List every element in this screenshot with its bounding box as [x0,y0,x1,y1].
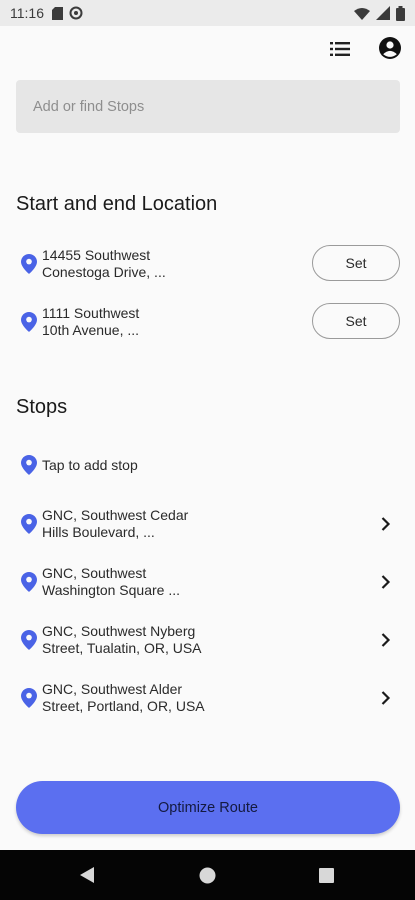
address-line-1: 14455 Southwest [42,247,151,263]
system-nav-bar [0,850,415,900]
start-location-row[interactable]: 14455 Southwest Conestoga Drive, ... Set [0,245,415,289]
stop-item[interactable]: GNC, Southwest Nyberg Street, Tualatin, … [0,621,415,665]
sd-card-icon [52,6,63,20]
location-pin-icon [21,572,37,592]
recent-apps-icon[interactable] [319,868,334,883]
status-right-icons [354,5,405,21]
stop-address: GNC, Southwest Alder Street, Portland, O… [42,681,282,715]
set-start-button[interactable]: Set [312,245,400,281]
status-bar: 11:16 [0,0,415,26]
address-line-2: Hills Boulevard, ... [42,524,155,540]
address-line-2: 10th Avenue, ... [42,322,140,338]
stop-item[interactable]: GNC, Southwest Cedar Hills Boulevard, ..… [0,505,415,549]
stop-address: GNC, Southwest Washington Square ... [42,565,282,599]
list-view-button[interactable] [327,36,353,62]
start-location-address: 14455 Southwest Conestoga Drive, ... [42,247,282,281]
optimize-route-button[interactable]: Optimize Route [16,781,400,834]
end-location-address: 1111 Southwest 10th Avenue, ... [42,305,282,339]
address-line-1: GNC, Southwest Cedar [42,507,189,523]
address-line-1: 1111 Southwest [42,305,140,321]
list-icon [330,42,350,56]
stop-address: GNC, Southwest Nyberg Street, Tualatin, … [42,623,282,657]
address-line-2: Conestoga Drive, ... [42,264,166,280]
address-line-1: GNC, Southwest Nyberg [42,623,196,639]
chevron-right-icon[interactable] [380,516,392,532]
address-line-2: Washington Square ... [42,582,181,598]
address-line-2: Street, Portland, OR, USA [42,698,205,714]
stop-address: GNC, Southwest Cedar Hills Boulevard, ..… [42,507,282,541]
add-stop-row[interactable]: Tap to add stop [0,446,415,490]
stops-section-title: Stops [16,396,68,418]
location-pin-icon [21,688,37,708]
location-pin-icon [21,312,37,332]
status-time: 11:16 [10,5,44,21]
wifi-icon [354,7,370,20]
battery-icon [396,5,405,21]
location-pin-icon [21,254,37,274]
chevron-right-icon[interactable] [380,574,392,590]
start-end-section-title: Start and end Location [16,193,218,215]
location-pin-icon [21,514,37,534]
address-line-1: GNC, Southwest [42,565,147,581]
home-icon[interactable] [199,867,216,884]
account-button[interactable] [376,34,404,62]
stop-item[interactable]: GNC, Southwest Alder Street, Portland, O… [0,679,415,723]
end-location-row[interactable]: 1111 Southwest 10th Avenue, ... Set [0,303,415,347]
back-icon[interactable] [78,866,96,884]
app-bar [0,26,415,72]
search-input[interactable] [16,80,400,133]
chevron-right-icon[interactable] [380,632,392,648]
vpn-icon [69,6,83,20]
add-stop-label: Tap to add stop [42,457,138,473]
location-pin-icon [21,455,37,475]
stop-item[interactable]: GNC, Southwest Washington Square ... [0,563,415,607]
location-pin-icon [21,630,37,650]
account-circle-icon [379,37,401,59]
chevron-right-icon[interactable] [380,690,392,706]
set-end-button[interactable]: Set [312,303,400,339]
status-left-icons [52,6,83,20]
address-line-2: Street, Tualatin, OR, USA [42,640,202,656]
address-line-1: GNC, Southwest Alder [42,681,183,697]
signal-icon [376,6,390,20]
